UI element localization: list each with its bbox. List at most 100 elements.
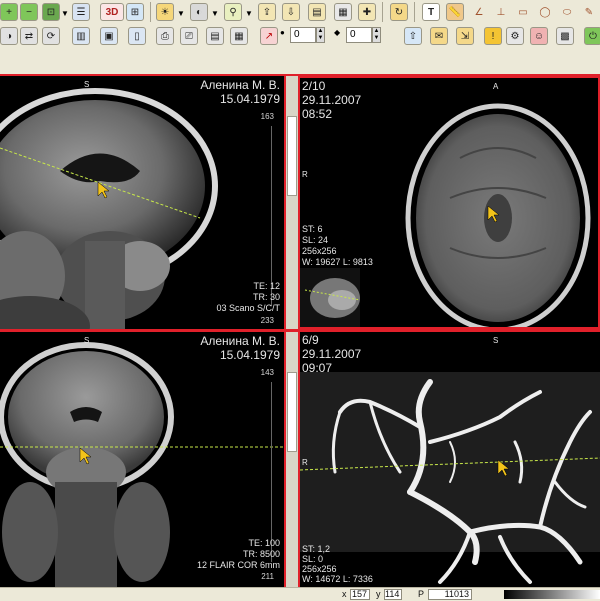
y-label: y	[376, 589, 381, 599]
sequence-tr: TR: 8500	[242, 549, 280, 559]
refresh-icon[interactable]: ↻	[390, 3, 408, 21]
film-icon[interactable]: ▤	[206, 27, 224, 45]
study-date: 29.11.2007	[302, 93, 362, 107]
settings-icon[interactable]: ⚙	[506, 27, 524, 45]
menu-arrow-icon[interactable]: ▼	[211, 9, 219, 18]
mail-icon[interactable]: ✉	[430, 27, 448, 45]
tag-icon[interactable]: ✚	[358, 3, 376, 21]
scrollbar-thumb[interactable]	[287, 116, 297, 196]
3d-label: 3D	[105, 6, 119, 18]
param-window-level: W: 19627 L: 9813	[302, 257, 373, 267]
contrast-icon[interactable]: ◐	[190, 3, 208, 21]
spin2-arrows[interactable]: ▲ ▼	[372, 27, 381, 43]
orientation-label-side: R	[302, 170, 308, 179]
y-value: 114	[385, 589, 400, 599]
scrollbar-thumb[interactable]	[287, 372, 297, 452]
window-level-icon[interactable]: ☀	[156, 3, 174, 21]
angle-icon[interactable]: ∠	[470, 3, 488, 21]
info-icon[interactable]: !	[484, 27, 502, 45]
image-index: 6/9	[302, 333, 319, 347]
scale-top-label: 143	[260, 368, 274, 377]
viewport-coronal[interactable]: S Аленина М. В. 15.04.1979 143 211 TE: 1…	[0, 332, 284, 587]
scrollbar-sagittal[interactable]	[286, 76, 298, 329]
param-matrix: 256x256	[302, 246, 337, 256]
y-coordinate-field: 114	[384, 589, 402, 600]
sequence-name: 12 FLAIR COR 6mm	[196, 560, 280, 570]
zoom-out-icon[interactable]: −	[20, 3, 38, 21]
param-sl: SL: 24	[302, 235, 329, 245]
scrollbar-coronal[interactable]	[286, 332, 298, 587]
grid2-icon[interactable]: ▥	[72, 27, 90, 45]
angio-image	[300, 372, 600, 584]
grayscale-bar	[504, 590, 600, 599]
invert-icon[interactable]: ◑	[0, 27, 18, 45]
freehand-icon[interactable]: ✎	[580, 3, 598, 21]
sequence-te: TE: 100	[248, 538, 280, 548]
viewport-axial[interactable]: 2/10 29.11.2007 08:52 A R ST: 6 SL: 24 2…	[300, 78, 598, 327]
spin1-arrows[interactable]: ▲ ▼	[316, 27, 325, 43]
param-window-level: W: 14672 L: 7336	[302, 574, 373, 584]
menu-arrow-icon[interactable]: ▼	[61, 9, 69, 18]
dicom-icon[interactable]: ▦	[334, 3, 352, 21]
orientation-label-top: A	[493, 82, 499, 91]
user-icon[interactable]: ☺	[530, 27, 548, 45]
upload-icon[interactable]: ⇧	[404, 27, 422, 45]
p-value: 11013	[444, 589, 469, 599]
cobb-angle-icon[interactable]: ⊥	[492, 3, 510, 21]
roi-rect-icon[interactable]: ▭	[514, 3, 532, 21]
spin1-label: ●	[280, 28, 285, 37]
magnifier-icon[interactable]: ⚲	[224, 3, 242, 21]
patient-name: Аленина М. В.	[200, 78, 280, 92]
export-icon[interactable]: ⇪	[258, 3, 276, 21]
ellipse-icon[interactable]: ⬭	[558, 3, 576, 21]
study-time: 09:07	[302, 361, 333, 375]
param-st: ST: 1,2	[302, 544, 331, 554]
patient-dob: 15.04.1979	[219, 348, 280, 362]
orientation-label-top: S	[493, 336, 499, 345]
text-tool-button[interactable]: T	[422, 3, 440, 21]
page-icon[interactable]: ▯	[128, 27, 146, 45]
rotate-icon[interactable]: ⟳	[42, 27, 60, 45]
grid-icon[interactable]: ⊞	[126, 3, 144, 21]
export-image-icon[interactable]: ⇲	[456, 27, 474, 45]
flip-icon[interactable]: ⇄	[20, 27, 38, 45]
pixel-value-field: 11013	[428, 589, 472, 600]
lasso-icon[interactable]: ◯	[536, 3, 554, 21]
viewport-sagittal[interactable]: S Аленина М. В. 15.04.1979 163 233 TE: 1…	[0, 76, 284, 329]
orientation-label-top: S	[84, 80, 90, 89]
menu-arrow-icon[interactable]: ▼	[177, 9, 185, 18]
spin1-input[interactable]: 0	[290, 27, 316, 43]
fit-icon[interactable]: ⊡	[42, 3, 60, 21]
print-preview-icon[interactable]: ⎚	[180, 27, 198, 45]
scale-top-label: 163	[260, 112, 274, 121]
coronal-image	[0, 342, 284, 587]
series-icon[interactable]: ▤	[308, 3, 326, 21]
ruler-icon[interactable]: 📏	[446, 3, 464, 21]
text-tool-label: T	[427, 6, 435, 18]
x-label: x	[342, 589, 347, 599]
import-icon[interactable]: ⇩	[282, 3, 300, 21]
patient-dob: 15.04.1979	[219, 92, 280, 106]
viewport-angio[interactable]: 6/9 29.11.2007 09:07 S R ST: 1,2 SL: 0 2…	[300, 332, 600, 587]
param-st: ST: 6	[302, 224, 323, 234]
menu-arrow-icon[interactable]: ▼	[245, 9, 253, 18]
print-icon[interactable]: ⎙	[156, 27, 174, 45]
param-sl: SL: 0	[302, 554, 324, 564]
film-layout-icon[interactable]: ▦	[230, 27, 248, 45]
mpr-icon[interactable]: ▩	[556, 27, 574, 45]
spin2-input[interactable]: 0	[346, 27, 372, 43]
screen-icon[interactable]: ▣	[100, 27, 118, 45]
3d-button[interactable]: 3D	[100, 3, 124, 21]
axial-image	[300, 103, 591, 327]
separator	[382, 2, 383, 22]
contour-icon[interactable]: ↗	[260, 27, 278, 45]
spin1-value: 0	[294, 29, 300, 40]
exit-icon[interactable]: ⏻	[584, 27, 600, 45]
sagittal-image	[0, 88, 218, 329]
layout-icon[interactable]: ☰	[72, 3, 90, 21]
zoom-in-icon[interactable]: +	[0, 3, 18, 21]
sequence-name: 03 Scano S/C/T	[216, 303, 280, 313]
main-toolbar: + − ⊡ ▼ ☰ 3D ⊞ ☀ ▼ ◐ ▼ ⚲ ▼ ⇪ ⇩ ▤ ▦ ✚ ↻ T…	[0, 0, 600, 49]
study-date: 29.11.2007	[302, 347, 362, 361]
param-matrix: 256x256	[302, 564, 337, 574]
